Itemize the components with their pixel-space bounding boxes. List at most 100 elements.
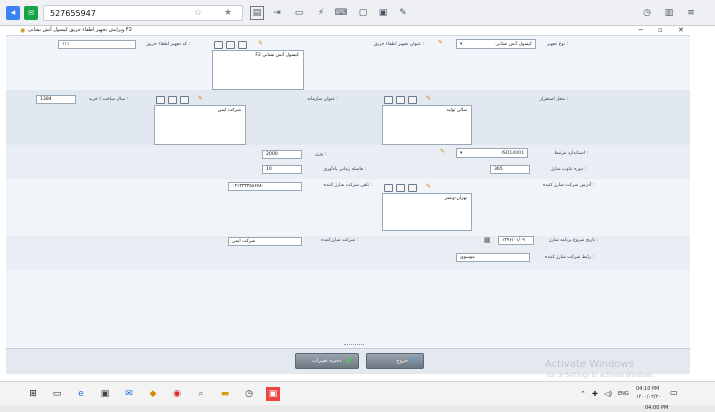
text-tools[interactable] [214,41,247,49]
app-icon: ◉ [20,27,26,34]
clock-time[interactable]: 04:10 PM [636,386,659,392]
edit-pencil-icon[interactable]: ✎ [426,96,435,102]
doc-icon[interactable] [408,96,417,104]
minimize-icon[interactable]: − [638,26,644,34]
edit-pencil-icon[interactable]: ✎ [426,184,435,190]
edit-pencil-icon[interactable]: ✎ [440,149,449,155]
chrome-icon[interactable]: ◉ [170,387,184,401]
charge-start-input[interactable]: ۱۳۹۶/۰۱/۰۹ [498,236,534,245]
edit-form: نوع تجهیز : کپسول آتش نشانی ▾ ✎ عنوان تج… [6,36,690,348]
chat-icon[interactable]: ✉ [24,6,38,20]
close-icon[interactable]: ✕ [678,26,684,34]
charger-contact-input[interactable]: موسوی [456,253,530,262]
edit-pencil-icon[interactable]: ✎ [438,40,447,46]
calendar-icon[interactable]: ▦ [484,236,491,244]
charger-company-input[interactable]: شرکت ایمن [228,237,302,246]
text-tools[interactable] [156,96,189,104]
start-icon[interactable]: ⊞ [26,387,40,401]
mail-icon[interactable]: ✉ [122,387,136,401]
network-icon[interactable]: ✚ [592,390,598,398]
standard-label: استاندارد مرتبط : [554,151,588,156]
flash-icon[interactable]: ⚡ [314,6,328,20]
window-title: ویرایش تجهیز اطفاء حریق کپسول آتش نشانی … [28,27,132,33]
note-icon[interactable]: ▭ [292,6,306,20]
inspection-period-label: دوره تناوب شارژ : [550,167,586,172]
notification-icon[interactable]: ▭ [670,388,678,397]
exit-button[interactable]: خروج ⎋ [366,353,424,369]
reader-icon[interactable]: ▤ [250,6,264,20]
paste-icon[interactable] [226,41,235,49]
taskbar: ⊞ ▭ e ▣ ✉ ◆ ◉ ⌕ ▬ ◷ ▣ ⌃ ✚ ◁) ENG 04:10 P… [0,381,715,405]
share-icon[interactable]: ⇥ [270,6,284,20]
task-view-icon[interactable]: ▭ [50,387,64,401]
address-bar[interactable]: 527655947 ☆ ★ [43,5,243,21]
star-icon[interactable]: ★ [224,8,232,18]
secondary-clock: 04:00 PM [645,405,669,411]
inspection-period-input[interactable]: 365 [490,165,530,174]
edge-icon[interactable]: e [74,387,88,401]
organization-textarea[interactable]: شرکت ایمن [154,105,246,145]
weight-input[interactable]: 2000 [262,150,302,159]
build-year-input[interactable]: 1384 [36,95,76,104]
extension-icon[interactable]: ▥ [662,6,676,20]
paste-icon[interactable] [396,96,405,104]
back-icon[interactable]: ◂ [6,6,20,20]
charger-company-label: شرکت شارژکننده : [320,238,358,243]
equipment-title-label: عنوان تجهیز اطفاء حریق : [373,42,424,47]
standard-select[interactable]: ISO14001 ▾ [456,148,528,158]
resize-handle[interactable] [344,344,364,345]
language-indicator[interactable]: ENG [618,391,629,397]
charger-phone-label: تلفن شرکت شارژ کننده : [323,183,372,188]
maximize-icon[interactable]: ▫ [658,26,663,34]
code-label: کد تجهیز اطفاء حریق : [146,42,190,47]
charger-phone-input[interactable]: ۰۲۱۳۳۳۳۵۸۶۷۸۰ [228,182,302,191]
history-icon[interactable]: ◷ [640,6,654,20]
paste-icon[interactable] [168,96,177,104]
chevron-down-icon: ▾ [460,150,463,156]
tray-arrow-icon[interactable]: ⌃ [580,390,586,398]
charger-address-label: آدرس شرکت شارژ کننده : [542,183,594,188]
search-icon[interactable]: ⌕ [194,387,208,401]
window-icon[interactable]: ▣ [376,6,390,20]
secondary-taskbar: 04:00 PM [0,405,715,412]
build-year-label: سال ساخت / خرید : [88,97,128,102]
clock-date[interactable]: ۱۴۰۰/۰۲/۲۰ [636,394,661,400]
paste-icon[interactable] [396,184,405,192]
exit-icon: ⎋ [411,356,419,366]
doc-icon[interactable] [408,184,417,192]
pen-icon[interactable]: ✎ [396,6,410,20]
monitor-icon[interactable]: ▢ [356,6,370,20]
clock-icon[interactable]: ◷ [242,387,256,401]
location-textarea[interactable]: سالن تولید [382,105,472,145]
save-button[interactable]: ذخیره تغییرات ✔ [295,353,359,369]
edit-pencil-icon[interactable]: ✎ [258,41,267,47]
browser-toolbar: ◂ ✉ 527655947 ☆ ★ ▤ ⇥ ▭ ⚡ ⌨ ▢ ▣ ✎ ◷ ▥ ≡ [0,0,715,26]
exit-label: خروج [396,358,408,364]
text-tools[interactable] [384,96,417,104]
equipment-type-select[interactable]: کپسول آتش نشانی ▾ [456,39,536,49]
menu-icon[interactable]: ≡ [684,6,698,20]
copy-icon[interactable] [156,96,165,104]
keyboard-icon[interactable]: ⌨ [334,6,348,20]
weight-label: وزن : [315,152,326,157]
doc-icon[interactable] [238,41,247,49]
text-tools[interactable] [384,184,417,192]
charger-address-textarea[interactable]: تهران-ونصر [382,193,472,231]
copy-icon[interactable] [384,184,393,192]
folder-icon[interactable]: ▬ [218,387,232,401]
app-icon[interactable]: ◆ [146,387,160,401]
code-input[interactable]: ۱۱۱ [58,40,136,49]
doc-icon[interactable] [180,96,189,104]
bookmark-icon[interactable]: ☆ [194,8,202,18]
reminder-input[interactable]: 10 [262,165,302,174]
copy-icon[interactable] [384,96,393,104]
edit-pencil-icon[interactable]: ✎ [198,96,207,102]
remote-app-icon[interactable]: ▣ [266,387,280,401]
copy-icon[interactable] [214,41,223,49]
charge-start-label: تاریخ شروع برنامه شارژ : [549,238,598,243]
location-label: محل استقرار : [539,97,568,102]
store-icon[interactable]: ▣ [98,387,112,401]
address-text: 527655947 [50,9,96,18]
volume-icon[interactable]: ◁) [604,390,612,398]
equipment-title-textarea[interactable]: کپسول آتش نشانی F2 [212,50,304,90]
